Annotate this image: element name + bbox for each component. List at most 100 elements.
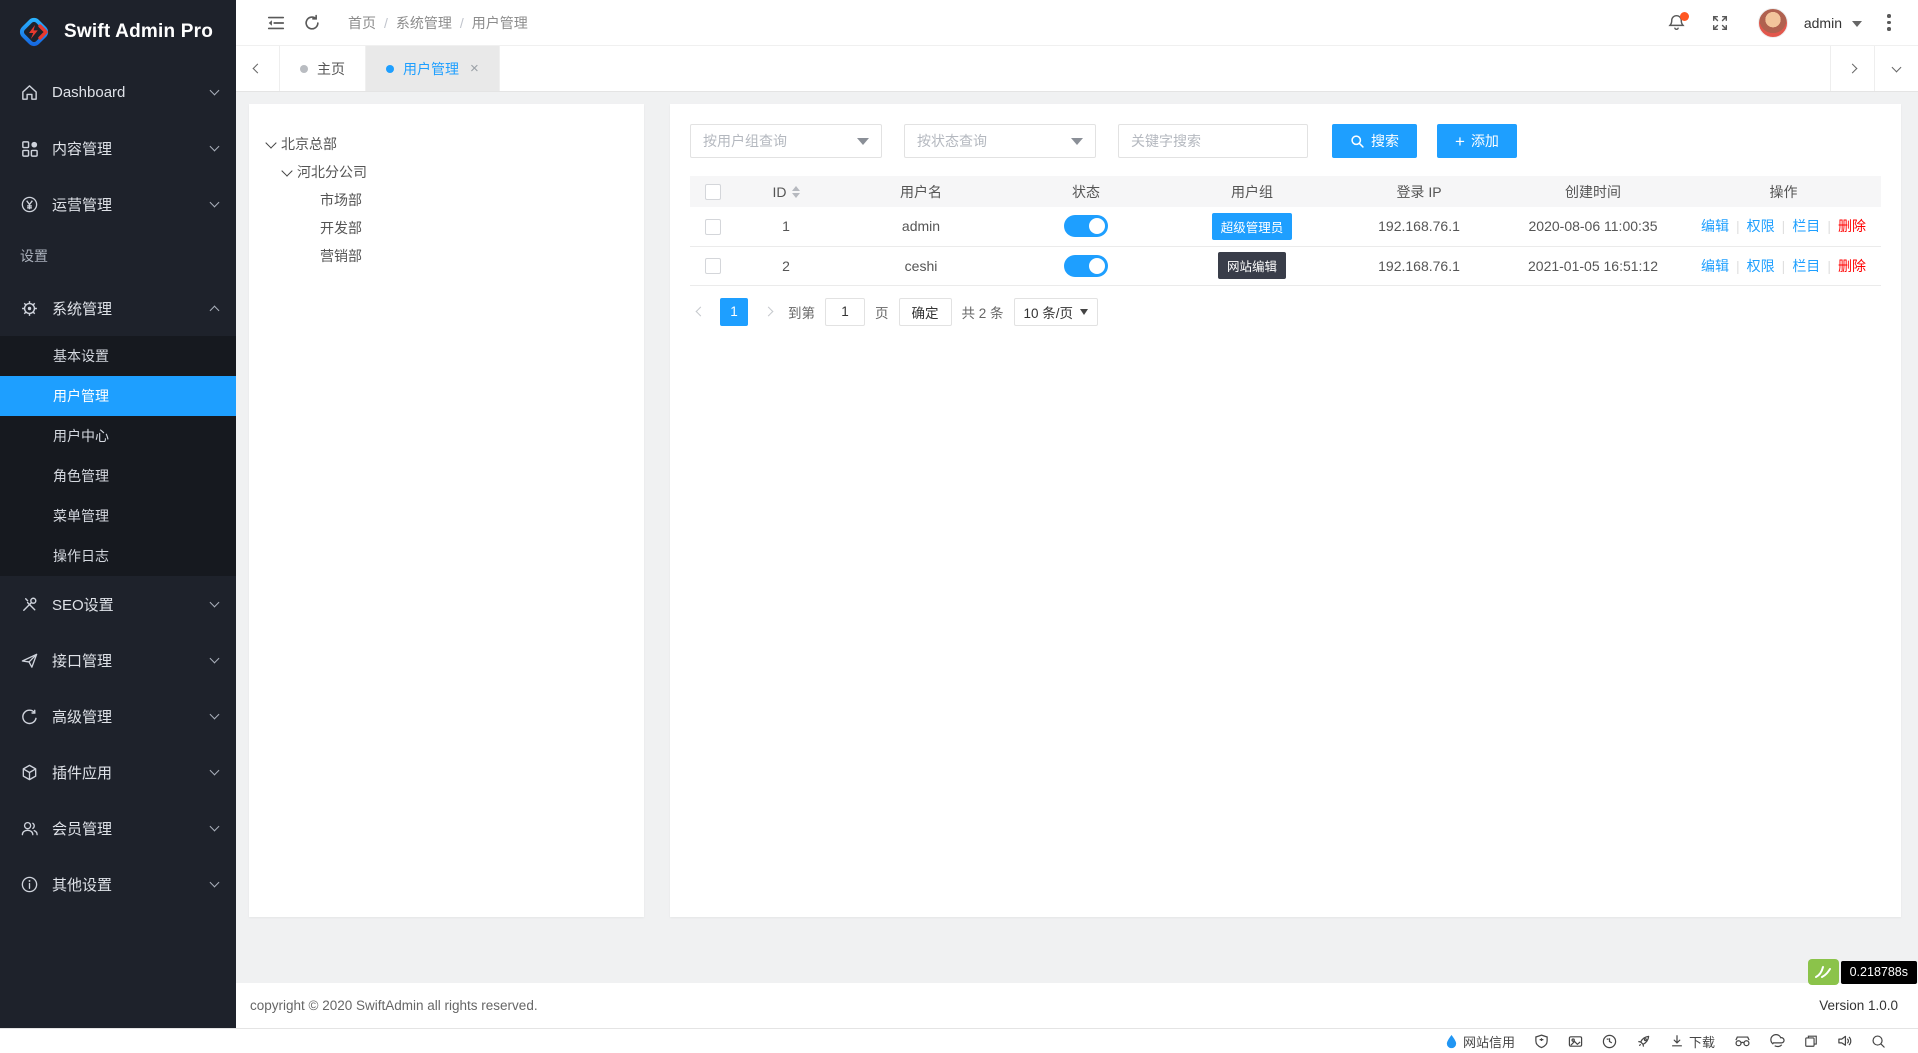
app-root: Swift Admin Pro Dashboard 内容管理 运营管理 设置 [0, 0, 1918, 1053]
keyword-search-input[interactable] [1118, 124, 1308, 158]
submenu-item-operation-log[interactable]: 操作日志 [0, 536, 236, 576]
c-circle-icon [20, 707, 39, 726]
sidebar-item-members[interactable]: 会员管理 [0, 800, 236, 856]
delete-link[interactable]: 删除 [1838, 258, 1866, 274]
search-button[interactable]: 搜索 [1332, 124, 1417, 158]
tab-close-icon[interactable]: × [470, 60, 479, 77]
incognito-glasses-icon[interactable] [1734, 1035, 1751, 1048]
tab-label: 主页 [317, 59, 345, 79]
site-credit-label: 网站信用 [1463, 1032, 1515, 1051]
edit-link[interactable]: 编辑 [1701, 258, 1729, 274]
brand-logo-icon [16, 14, 52, 50]
status-select[interactable]: 按状态查询 [904, 124, 1096, 158]
action-separator: | [1827, 258, 1831, 274]
per-page-select[interactable]: 10 条/页 [1014, 298, 1099, 326]
breadcrumb-home[interactable]: 首页 [348, 13, 376, 33]
chevron-down-icon [210, 654, 220, 664]
submenu-item-user-management[interactable]: 用户管理 [0, 376, 236, 416]
add-button[interactable]: + 添加 [1437, 124, 1517, 158]
security-shield-icon[interactable] [1534, 1034, 1549, 1049]
gear-icon [20, 299, 39, 318]
sidebar-item-plugins[interactable]: 插件应用 [0, 744, 236, 800]
windows-icon[interactable] [1804, 1034, 1818, 1048]
download-button[interactable]: 下载 [1670, 1032, 1715, 1051]
fullscreen-icon[interactable] [1702, 0, 1738, 46]
chevron-down-icon [210, 822, 220, 832]
submenu-item-menu-management[interactable]: 菜单管理 [0, 496, 236, 536]
column-link[interactable]: 栏目 [1792, 258, 1820, 274]
notifications-bell-icon[interactable] [1658, 0, 1696, 46]
sidebar-item-content[interactable]: 内容管理 [0, 120, 236, 176]
status-toggle[interactable] [1064, 215, 1108, 237]
tree-node-sales[interactable]: 营销部 [267, 242, 626, 270]
extension-swirl-icon[interactable] [1770, 1034, 1785, 1049]
sidebar-item-dashboard[interactable]: Dashboard [0, 64, 236, 120]
more-menu-icon[interactable] [1874, 0, 1904, 46]
edit-link[interactable]: 编辑 [1701, 218, 1729, 234]
avatar[interactable] [1758, 8, 1788, 38]
sidebar-item-other[interactable]: 其他设置 [0, 856, 236, 912]
row-checkbox[interactable] [705, 219, 721, 235]
sidebar-item-system[interactable]: 系统管理 [0, 280, 236, 336]
thinkphp-logo-icon[interactable] [1808, 959, 1839, 985]
tabs-scroll-left-button[interactable] [236, 46, 280, 91]
column-link[interactable]: 栏目 [1792, 218, 1820, 234]
collapse-sidebar-icon[interactable] [258, 0, 294, 46]
sidebar-item-label: 其他设置 [52, 874, 211, 895]
user-table: ID 用户名 状态 用户组 登录 IP 创建时间 操作 1 admin [690, 176, 1881, 286]
permission-link[interactable]: 权限 [1747, 258, 1775, 274]
sort-icon[interactable] [792, 186, 800, 198]
tab-label: 用户管理 [403, 59, 459, 79]
submenu-item-user-center[interactable]: 用户中心 [0, 416, 236, 456]
tab-home[interactable]: 主页 [280, 46, 366, 91]
user-group-select[interactable]: 按用户组查询 [690, 124, 882, 158]
prev-page-button[interactable] [690, 298, 710, 326]
home-icon [20, 83, 39, 102]
column-ip: 登录 IP [1338, 176, 1500, 207]
status-toggle[interactable] [1064, 255, 1108, 277]
sidebar-item-seo[interactable]: SEO设置 [0, 576, 236, 632]
confirm-page-button[interactable]: 确定 [899, 298, 952, 326]
tabs-menu-button[interactable] [1874, 46, 1918, 91]
speaker-icon[interactable] [1837, 1034, 1852, 1048]
tab-user-management[interactable]: 用户管理 × [366, 46, 500, 91]
submenu-item-role-management[interactable]: 角色管理 [0, 456, 236, 496]
username-label[interactable]: admin [1804, 15, 1842, 31]
submenu-item-basic-settings[interactable]: 基本设置 [0, 336, 236, 376]
breadcrumb-system[interactable]: 系统管理 [396, 13, 452, 33]
version-label: Version 1.0.0 [1819, 998, 1898, 1013]
download-label: 下载 [1689, 1032, 1715, 1051]
tree-node-market[interactable]: 市场部 [267, 186, 626, 214]
action-separator: | [1736, 218, 1740, 234]
tree-node-hebei[interactable]: 河北分公司 [267, 158, 626, 186]
debug-toolbar[interactable]: 0.218788s [1808, 959, 1917, 985]
next-page-button[interactable] [758, 298, 778, 326]
sidebar-item-label: 接口管理 [52, 650, 211, 671]
tree-node-beijing[interactable]: 北京总部 [267, 130, 626, 158]
sidebar-item-label: SEO设置 [52, 594, 211, 615]
current-page-button[interactable]: 1 [720, 298, 748, 326]
permission-link[interactable]: 权限 [1747, 218, 1775, 234]
sidebar-item-operation[interactable]: 运营管理 [0, 176, 236, 232]
delete-link[interactable]: 删除 [1838, 218, 1866, 234]
sidebar-item-advanced[interactable]: 高级管理 [0, 688, 236, 744]
tree-node-dev[interactable]: 开发部 [267, 214, 626, 242]
goto-page-input[interactable] [825, 298, 865, 326]
sidebar-item-api[interactable]: 接口管理 [0, 632, 236, 688]
select-caret-icon [857, 138, 869, 145]
select-all-checkbox[interactable] [705, 184, 721, 200]
screenshot-icon[interactable] [1568, 1034, 1583, 1049]
tabs-scroll-right-button[interactable] [1830, 46, 1874, 91]
tree-caret-icon[interactable] [265, 137, 276, 148]
user-dropdown-caret-icon[interactable] [1852, 21, 1862, 27]
pagination: 1 到第 页 确定 共 2 条 10 条/页 [690, 298, 1881, 326]
system-submenu: 基本设置 用户管理 用户中心 角色管理 菜单管理 操作日志 [0, 336, 236, 576]
copyright-text: copyright © 2020 SwiftAdmin all rights r… [250, 998, 538, 1013]
boost-rocket-icon[interactable] [1636, 1034, 1651, 1049]
row-checkbox[interactable] [705, 258, 721, 274]
speed-test-icon[interactable] [1602, 1034, 1617, 1049]
refresh-icon[interactable] [294, 0, 330, 46]
tree-caret-icon[interactable] [281, 165, 292, 176]
site-credit-button[interactable]: 网站信用 [1445, 1032, 1515, 1051]
page-search-icon[interactable] [1871, 1034, 1886, 1049]
